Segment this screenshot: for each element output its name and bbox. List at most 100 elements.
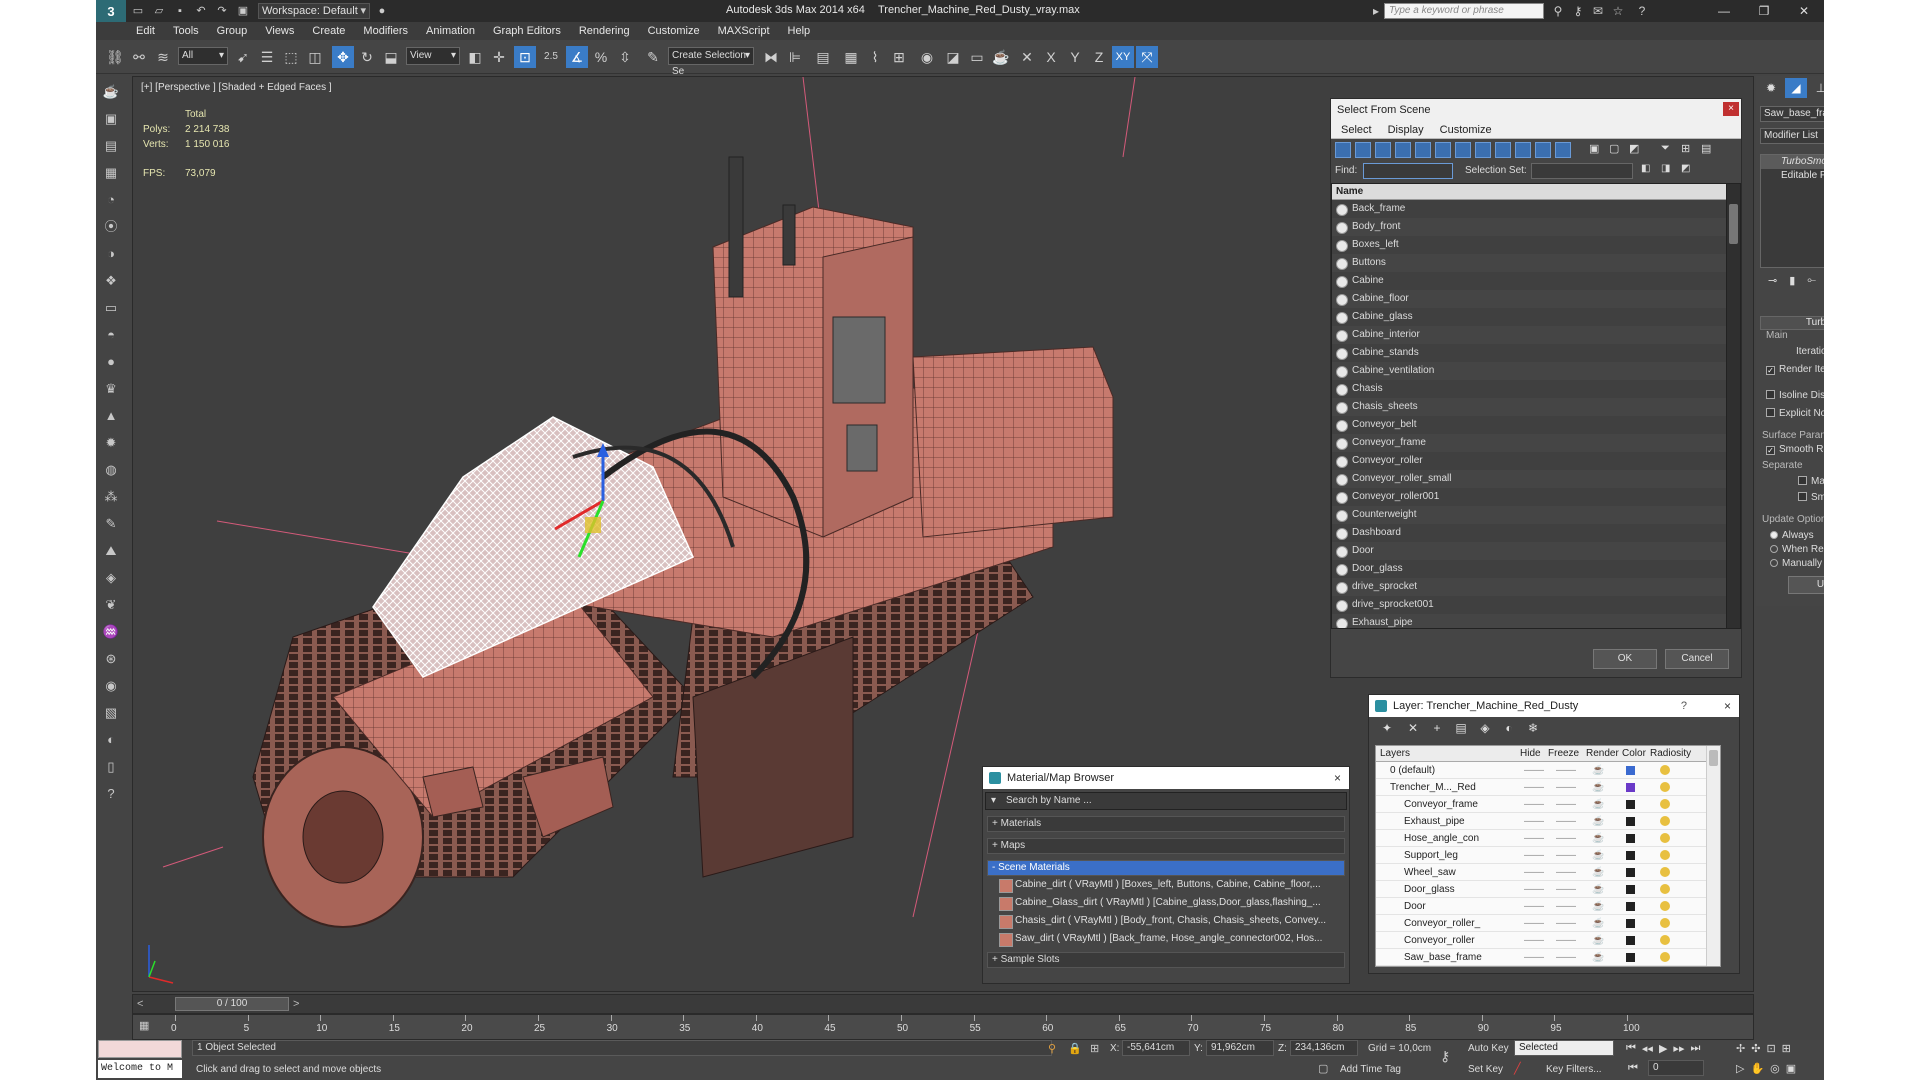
- layer-row[interactable]: Exhaust_pipe —— —— ☕: [1376, 813, 1720, 830]
- layer-freeze-toggle[interactable]: ——: [1556, 915, 1576, 932]
- layer-row[interactable]: Conveyor_roller —— —— ☕: [1376, 932, 1720, 949]
- layer-render-icon[interactable]: ☕: [1592, 864, 1604, 881]
- col-hide[interactable]: Hide: [1520, 748, 1541, 759]
- set-key-icon[interactable]: ⚷: [1440, 1048, 1450, 1065]
- layer-hide-toggle[interactable]: ——: [1524, 949, 1544, 966]
- layer-freeze-toggle[interactable]: ——: [1556, 762, 1576, 779]
- rendered-frame-window-icon[interactable]: ▭: [966, 46, 988, 68]
- layer-row[interactable]: Conveyor_roller_ —— —— ☕: [1376, 915, 1720, 932]
- hierarchy-tab-icon[interactable]: ⊥: [1810, 78, 1824, 98]
- update-manually-radio[interactable]: [1770, 559, 1778, 567]
- update-button[interactable]: Update: [1788, 576, 1824, 594]
- group-materials[interactable]: + Materials: [987, 816, 1345, 832]
- smooth-result-checkbox[interactable]: ✓: [1766, 446, 1775, 455]
- save-file-icon[interactable]: ▪: [171, 3, 189, 19]
- maximize-icon[interactable]: ❐: [1744, 0, 1784, 22]
- display-xrefs-icon[interactable]: [1475, 142, 1491, 158]
- current-frame-field[interactable]: 0: [1648, 1060, 1704, 1076]
- orbit-icon[interactable]: ◎: [1770, 1062, 1780, 1075]
- menu-tools[interactable]: Tools: [173, 25, 199, 37]
- search-arrow-icon[interactable]: ▸: [1368, 3, 1384, 19]
- schematic-view-icon[interactable]: ⊞: [888, 46, 910, 68]
- track-bar[interactable]: ▦ 0 5 10 15 20 25 30 35 40 45 50 55 60 65 70 75 80 85 90 95…: [132, 1014, 1754, 1040]
- scene-object-item[interactable]: Buttons: [1332, 254, 1740, 272]
- layer-hide-toggle[interactable]: ——: [1524, 813, 1544, 830]
- layer-render-icon[interactable]: ☕: [1592, 932, 1604, 949]
- update-always-radio[interactable]: [1770, 531, 1778, 539]
- select-by-name-icon[interactable]: ☰: [256, 46, 278, 68]
- menu-maxscript[interactable]: MAXScript: [718, 25, 770, 37]
- group-maps[interactable]: + Maps: [987, 838, 1345, 854]
- selection-set-edit-icon[interactable]: ◧: [1641, 163, 1650, 174]
- stack-item-turbosmooth[interactable]: TurboSmooth: [1761, 155, 1824, 169]
- layer-color-swatch[interactable]: [1626, 936, 1635, 945]
- door-icon[interactable]: ▯: [100, 756, 122, 778]
- layer-scrollbar[interactable]: [1706, 746, 1720, 966]
- layer-row[interactable]: Door_glass —— —— ☕: [1376, 881, 1720, 898]
- paint-icon[interactable]: ✎: [100, 513, 122, 535]
- layer-render-icon[interactable]: ☕: [1592, 796, 1604, 813]
- layer-freeze-toggle[interactable]: ——: [1556, 932, 1576, 949]
- layer-row[interactable]: 0 (default) —— —— ☕: [1376, 762, 1720, 779]
- binoculars-icon[interactable]: ⚲: [1550, 3, 1566, 19]
- display-cameras-icon[interactable]: [1395, 142, 1411, 158]
- layer-row[interactable]: Hose_angle_con —— —— ☕: [1376, 830, 1720, 847]
- layer-render-icon[interactable]: ☕: [1592, 881, 1604, 898]
- isolate-icon[interactable]: ⚲: [1048, 1042, 1056, 1055]
- zoom-extents-icon[interactable]: ⊡: [1766, 1042, 1775, 1055]
- col-radiosity[interactable]: Radiosity: [1650, 748, 1691, 759]
- display-bones-icon[interactable]: [1495, 142, 1511, 158]
- layer-hide-toggle[interactable]: ——: [1524, 847, 1544, 864]
- sfs-menu-display[interactable]: Display: [1388, 124, 1424, 136]
- zoom-extents-all-icon[interactable]: ⊞: [1782, 1042, 1791, 1055]
- selection-filter-dropdown[interactable]: All: [178, 47, 228, 65]
- y-coordinate-field[interactable]: 91,962cm: [1206, 1040, 1274, 1056]
- layer-color-swatch[interactable]: [1626, 851, 1635, 860]
- col-layers[interactable]: Layers: [1380, 748, 1410, 759]
- hair-icon[interactable]: ♒: [100, 621, 122, 643]
- spreadsheet-icon[interactable]: ▦: [100, 162, 122, 184]
- separate-smoothing-checkbox[interactable]: [1798, 492, 1807, 501]
- scene-object-item[interactable]: Cabine_interior: [1332, 326, 1740, 344]
- undo-icon[interactable]: ↶: [192, 3, 210, 19]
- maxscript-welcome[interactable]: Welcome to M: [98, 1060, 182, 1078]
- layer-manager-icon[interactable]: ▤: [812, 46, 834, 68]
- axis-x-button[interactable]: X: [1040, 46, 1062, 68]
- menu-views[interactable]: Views: [265, 25, 294, 37]
- material-browser-close-button[interactable]: ×: [1334, 767, 1341, 789]
- menu-rendering[interactable]: Rendering: [579, 25, 630, 37]
- layer-render-icon[interactable]: ☕: [1592, 830, 1604, 847]
- pivot-center-icon[interactable]: ◧: [464, 46, 486, 68]
- image-icon[interactable]: ▧: [100, 702, 122, 724]
- scene-object-item[interactable]: Chasis_sheets: [1332, 398, 1740, 416]
- display-helpers-icon[interactable]: [1415, 142, 1431, 158]
- column-header-name[interactable]: Name: [1332, 184, 1740, 200]
- help-icon[interactable]: ?: [1634, 3, 1650, 19]
- axis-cycle-icon[interactable]: ⤧: [1136, 46, 1158, 68]
- sfs-menu-customize[interactable]: Customize: [1440, 124, 1492, 136]
- cancel-button[interactable]: Cancel: [1665, 649, 1729, 669]
- plant-icon[interactable]: ❦: [100, 594, 122, 616]
- curve-editor-icon[interactable]: ⌇: [864, 46, 886, 68]
- helper-icon[interactable]: ◑: [100, 243, 122, 265]
- scene-object-item[interactable]: Conveyor_roller001: [1332, 488, 1740, 506]
- layer-close-button[interactable]: ×: [1724, 695, 1731, 717]
- stack-item-editable-poly[interactable]: Editable Poly: [1761, 169, 1824, 183]
- go-to-start-icon[interactable]: ⏮: [1626, 1042, 1636, 1055]
- scene-object-item[interactable]: Door_glass: [1332, 560, 1740, 578]
- select-manipulate-icon[interactable]: ✛: [488, 46, 510, 68]
- hat-icon[interactable]: ♛: [100, 378, 122, 400]
- globe-icon[interactable]: ◍: [100, 459, 122, 481]
- key-icon[interactable]: ⚷: [1570, 3, 1586, 19]
- next-frame-icon[interactable]: ▸▸: [1673, 1042, 1684, 1055]
- layer-freeze-toggle[interactable]: ——: [1556, 847, 1576, 864]
- display-shapes-icon[interactable]: [1355, 142, 1371, 158]
- turbosmooth-rollout-header[interactable]: TurboSmooth: [1760, 316, 1824, 330]
- layer-freeze-toggle[interactable]: ——: [1556, 898, 1576, 915]
- layer-radiosity-icon[interactable]: [1660, 850, 1670, 860]
- group-sample-slots[interactable]: + Sample Slots: [987, 952, 1345, 968]
- select-from-scene-close-button[interactable]: ×: [1723, 102, 1739, 116]
- material-editor-icon[interactable]: ◉: [916, 46, 938, 68]
- display-invert-icon[interactable]: ◩: [1629, 142, 1639, 155]
- film-icon[interactable]: ❖: [100, 270, 122, 292]
